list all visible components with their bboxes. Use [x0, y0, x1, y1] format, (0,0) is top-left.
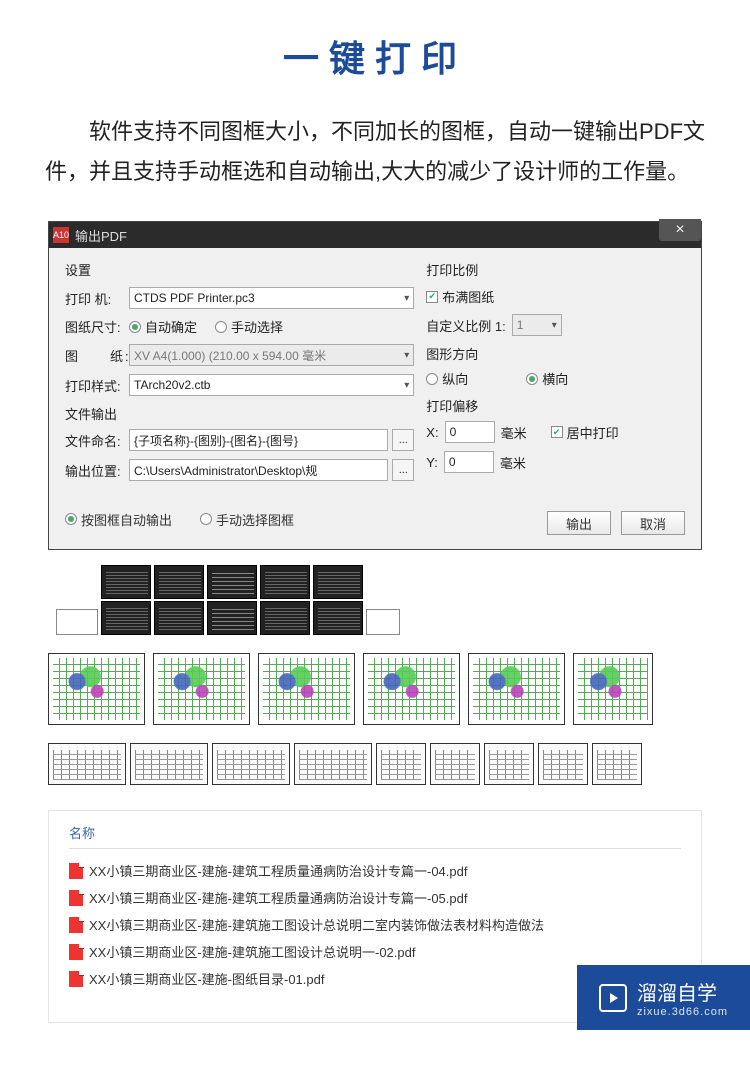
customscale-combo[interactable]: 1 — [512, 314, 562, 336]
offset-y-input[interactable]: 0 — [444, 451, 494, 473]
filename-label: 文件命名: — [65, 431, 129, 450]
close-button[interactable]: × — [659, 219, 701, 241]
radio-icon — [65, 513, 77, 525]
checkbox-icon — [426, 291, 438, 303]
papersize-auto-radio[interactable]: 自动确定 — [129, 317, 197, 336]
thumb-item — [313, 601, 363, 635]
filename-input[interactable]: {子项名称}-{图别}-{图名}-{图号} — [129, 429, 388, 451]
scale-group-label: 打印比例 — [426, 260, 685, 279]
drawing-thumbnails — [48, 565, 702, 785]
thumb-item — [573, 653, 653, 725]
pdf-icon — [69, 917, 83, 933]
outputpath-browse-button[interactable]: ... — [392, 459, 414, 481]
printer-label: 打印 机: — [65, 289, 129, 308]
radio-icon — [526, 373, 538, 385]
app-icon: A10 — [53, 227, 69, 243]
checkbox-icon — [551, 426, 563, 438]
file-item[interactable]: XX小镇三期商业区-建施-建筑施工图设计总说明二室内装饰做法表材料构造做法 — [69, 911, 681, 938]
thumb-item — [260, 565, 310, 599]
file-item[interactable]: XX小镇三期商业区-建施-建筑工程质量通病防治设计专篇一-05.pdf — [69, 884, 681, 911]
page-title: 一键打印 — [0, 0, 750, 102]
radio-icon — [200, 513, 212, 525]
filename-browse-button[interactable]: ... — [392, 429, 414, 451]
offset-y-label: Y: — [426, 455, 438, 470]
settings-group-label: 设置 — [65, 260, 414, 279]
offset-x-input[interactable]: 0 — [445, 421, 495, 443]
papersize-label: 图纸尺寸: — [65, 317, 129, 336]
outputpath-input[interactable]: C:\Users\Administrator\Desktop\规 — [129, 459, 388, 481]
thumb-item — [258, 653, 355, 725]
thumb-item — [56, 609, 98, 635]
center-on-paper-checkbox[interactable]: 居中打印 — [551, 423, 619, 442]
papersize-manual-radio[interactable]: 手动选择 — [215, 317, 283, 336]
thumb-item — [538, 743, 588, 785]
watermark-sub: zixue.3d66.com — [637, 1006, 728, 1018]
thumb-item — [313, 565, 363, 599]
thumb-item — [153, 653, 250, 725]
file-list-header: 名称 — [69, 823, 681, 849]
thumb-item — [130, 743, 208, 785]
thumb-item — [48, 653, 145, 725]
watermark-main: 溜溜自学 — [637, 983, 717, 1005]
plotstyle-combo[interactable]: TArch20v2.ctb — [129, 374, 414, 396]
pdf-icon — [69, 863, 83, 879]
thumb-item — [294, 743, 372, 785]
page-description: 软件支持不同图框大小，不同加长的图框，自动一键输出PDF文件，并且支持手动框选和… — [0, 102, 750, 211]
fileout-group-label: 文件输出 — [65, 404, 414, 423]
portrait-radio[interactable]: 纵向 — [426, 369, 468, 388]
thumb-item — [260, 601, 310, 635]
offset-x-label: X: — [426, 425, 438, 440]
thumb-item — [101, 565, 151, 599]
thumb-item — [376, 743, 426, 785]
paper-label: 图 纸: — [65, 346, 129, 365]
export-pdf-dialog: A10 输出PDF × 设置 打印 机: CTDS PDF Printer.pc… — [48, 221, 702, 550]
direction-group-label: 图形方向 — [426, 344, 685, 363]
thumb-item — [207, 565, 257, 599]
export-button[interactable]: 输出 — [547, 511, 611, 535]
site-watermark: 溜溜自学 zixue.3d66.com — [577, 965, 750, 1030]
output-by-frame-radio[interactable]: 按图框自动输出 — [65, 510, 172, 529]
thumb-item — [468, 653, 565, 725]
thumb-item — [154, 565, 204, 599]
plotstyle-label: 打印样式: — [65, 376, 129, 395]
pdf-icon — [69, 971, 83, 987]
printer-combo[interactable]: CTDS PDF Printer.pc3 — [129, 287, 414, 309]
pdf-icon — [69, 890, 83, 906]
thumb-item — [366, 609, 400, 635]
paper-combo[interactable]: XV A4(1.000) (210.00 x 594.00 毫米 — [129, 344, 414, 366]
radio-icon — [426, 373, 438, 385]
offset-group-label: 打印偏移 — [426, 396, 685, 415]
thumb-item — [212, 743, 290, 785]
fillpaper-checkbox[interactable]: 布满图纸 — [426, 287, 494, 306]
dialog-titlebar: A10 输出PDF × — [49, 222, 701, 248]
outputpath-label: 输出位置: — [65, 461, 129, 480]
cancel-button[interactable]: 取消 — [621, 511, 685, 535]
customscale-label: 自定义比例 1: — [426, 316, 505, 335]
file-item[interactable]: XX小镇三期商业区-建施-建筑工程质量通病防治设计专篇一-04.pdf — [69, 857, 681, 884]
thumb-item — [101, 601, 151, 635]
thumb-item — [363, 653, 460, 725]
pdf-icon — [69, 944, 83, 960]
play-icon — [599, 984, 627, 1012]
landscape-radio[interactable]: 横向 — [526, 369, 568, 388]
thumb-item — [484, 743, 534, 785]
thumb-item — [592, 743, 642, 785]
thumb-item — [154, 601, 204, 635]
radio-icon — [215, 321, 227, 333]
offset-x-unit: 毫米 — [501, 423, 527, 442]
manual-select-frame-radio[interactable]: 手动选择图框 — [200, 510, 294, 529]
thumb-item — [207, 601, 257, 635]
thumb-item — [430, 743, 480, 785]
radio-icon — [129, 321, 141, 333]
dialog-title: 输出PDF — [75, 226, 127, 245]
thumb-item — [48, 743, 126, 785]
offset-y-unit: 毫米 — [500, 453, 526, 472]
file-item[interactable]: XX小镇三期商业区-建施-建筑施工图设计总说明一-02.pdf — [69, 938, 681, 965]
